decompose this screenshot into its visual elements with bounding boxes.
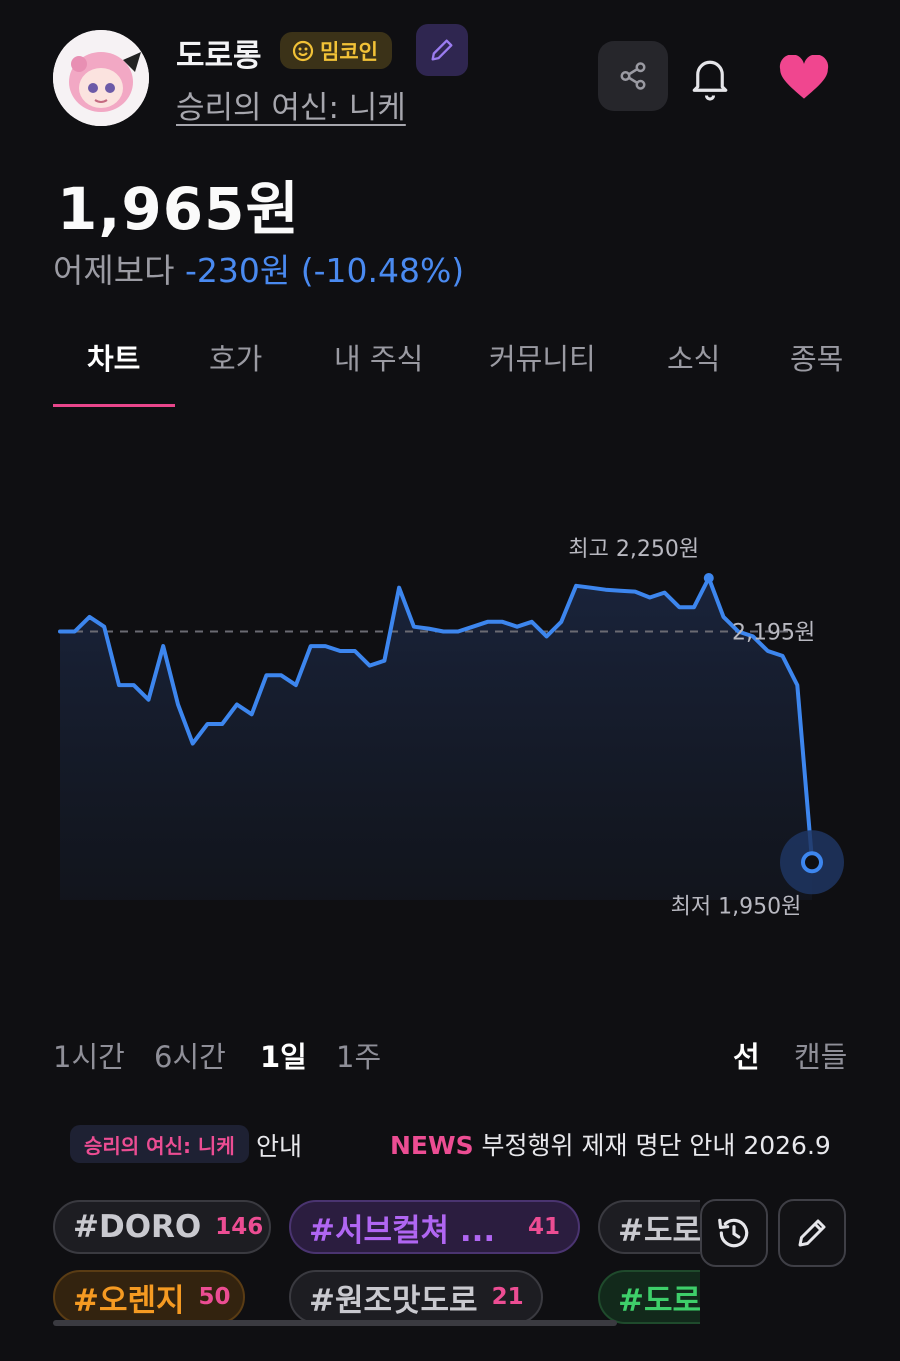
history-icon [718, 1218, 749, 1248]
share-button[interactable] [598, 41, 668, 111]
hashtag-scrollbar[interactable] [53, 1320, 617, 1326]
hashtag-chip[interactable]: #원조맛도로 21 [289, 1270, 543, 1324]
heart-icon [779, 55, 829, 99]
hashtag-chip[interactable]: #도로 2 [598, 1270, 700, 1324]
hashtag-count: 146 [215, 1214, 264, 1240]
hashtag-chip[interactable]: #서브컬쳐 ... 41 [289, 1200, 580, 1254]
hashtag-list: #DORO 146 #서브컬쳐 ... 41 #도로 #오렌지 50 #원조맛도… [0, 1190, 700, 1340]
avatar-image [53, 30, 149, 126]
tab-bar: 차트 호가 내 주식 커뮤니티 소식 종목 [0, 336, 900, 408]
tab-active-indicator [53, 404, 175, 407]
tab-fade [840, 330, 900, 390]
tab-stock-info[interactable]: 종목 [790, 336, 843, 378]
tab-orderbook[interactable]: 호가 [209, 336, 262, 378]
range-1h[interactable]: 1시간 [53, 1034, 125, 1076]
reference-label: 2,195원 [732, 621, 815, 646]
change-label: 어제보다 [53, 251, 175, 290]
hashtag-name: #도로 [618, 1212, 700, 1249]
hashtag-name: #원조맛도로 [309, 1282, 478, 1319]
tab-community[interactable]: 커뮤니티 [489, 336, 596, 378]
news-tag: NEWS [390, 1131, 474, 1160]
edit-button[interactable] [416, 24, 468, 76]
hashtag-name: #오렌지 [73, 1282, 185, 1319]
tab-chart[interactable]: 차트 [87, 336, 140, 378]
hashtag-chip[interactable]: #DORO 146 [53, 1200, 271, 1254]
range-6h[interactable]: 6시간 [154, 1034, 226, 1076]
price-change-row: 어제보다 -230원 (-10.48%) [53, 244, 464, 292]
game-chip[interactable]: 승리의 여신: 니케 [70, 1125, 249, 1163]
current-point-marker [801, 851, 823, 874]
change-value: -230원 (-10.48%) [184, 251, 465, 290]
hashtag-chip[interactable]: #도로 [598, 1200, 700, 1254]
smile-icon [292, 40, 314, 61]
write-button[interactable] [778, 1199, 846, 1267]
chart-area-fill [60, 578, 812, 900]
bell-icon [692, 60, 728, 101]
news-text: 부정행위 제재 명단 안내 2026.9.2 [481, 1131, 830, 1160]
hashtag-name: #DORO [73, 1209, 202, 1245]
pencil-icon [431, 39, 453, 61]
stock-name: 도로롱 [176, 38, 262, 74]
tab-my-stock[interactable]: 내 주식 [334, 336, 423, 378]
hashtag-count: 50 [198, 1284, 231, 1310]
tab-news[interactable]: 소식 [667, 336, 720, 378]
hashtag-count: 41 [527, 1214, 560, 1240]
game-title-link[interactable]: 승리의 여신: 니케 [176, 82, 406, 127]
low-label: 최저 1,950원 [671, 894, 802, 919]
hashtag-count: 21 [491, 1284, 524, 1310]
hashtag-name: #서브컬쳐 ... [309, 1212, 496, 1249]
high-point-marker [703, 573, 714, 583]
notice-label: 안내 [256, 1132, 303, 1161]
favorite-button[interactable] [774, 50, 834, 106]
high-label: 최고 2,250원 [568, 537, 699, 562]
price-chart[interactable]: 최고 2,250원 2,195원 최저 1,950원 [0, 520, 900, 940]
share-icon [620, 62, 646, 90]
meme-coin-badge: 밈코인 [280, 32, 392, 69]
range-1d[interactable]: 1일 [260, 1034, 307, 1076]
range-1w[interactable]: 1주 [336, 1034, 381, 1076]
notification-button[interactable] [682, 48, 738, 108]
style-line[interactable]: 선 [733, 1034, 760, 1076]
hashtag-name: #도로 [618, 1282, 700, 1319]
style-candle[interactable]: 캔들 [794, 1034, 847, 1076]
history-button[interactable] [700, 1199, 768, 1267]
avatar[interactable] [53, 30, 149, 126]
pencil-icon [798, 1219, 826, 1247]
meme-coin-label: 밈코인 [320, 39, 378, 64]
news-ticker[interactable]: NEWS 부정행위 제재 명단 안내 2026.9.2 [390, 1126, 830, 1166]
hashtag-chip[interactable]: #오렌지 50 [53, 1270, 245, 1324]
current-price: 1,965원 [57, 175, 300, 243]
